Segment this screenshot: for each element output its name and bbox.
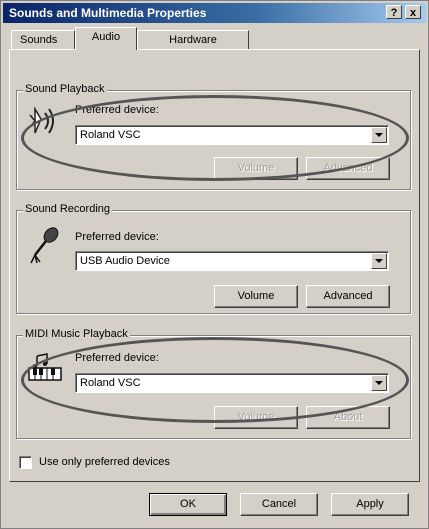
midi-about-button[interactable]: About [306, 406, 390, 429]
recording-device-value: USB Audio Device [80, 255, 170, 267]
apply-button[interactable]: Apply [331, 493, 409, 516]
sound-playback-group: Sound Playback Preferred device: Roland … [16, 83, 411, 190]
tab-sounds[interactable]: Sounds [11, 30, 75, 49]
tab-audio[interactable]: Audio [75, 27, 137, 50]
midi-device-select[interactable]: Roland VSC [75, 373, 389, 393]
sound-recording-label: Sound Recording [23, 203, 113, 215]
use-only-preferred-label: Use only preferred devices [39, 456, 170, 468]
chevron-down-icon[interactable] [371, 127, 387, 143]
midi-playback-label: MIDI Music Playback [23, 328, 130, 340]
properties-dialog: Sounds and Multimedia Properties ? x Sou… [0, 0, 429, 529]
recording-pref-label: Preferred device: [75, 231, 159, 243]
title-bar: Sounds and Multimedia Properties ? x [3, 3, 426, 23]
tab-audio-label: Audio [91, 31, 121, 43]
midi-keyboard-icon [28, 353, 62, 381]
help-button[interactable]: ? [386, 5, 402, 19]
recording-volume-button[interactable]: Volume [214, 285, 298, 308]
playback-device-select[interactable]: Roland VSC [75, 125, 389, 145]
playback-advanced-button[interactable]: Advanced [306, 157, 390, 180]
close-button[interactable]: x [405, 5, 421, 19]
sound-playback-label: Sound Playback [23, 83, 107, 95]
midi-device-value: Roland VSC [80, 377, 141, 389]
use-only-preferred-checkbox[interactable] [19, 456, 32, 469]
playback-device-value: Roland VSC [80, 129, 141, 141]
midi-pref-label: Preferred device: [75, 352, 159, 364]
tab-sounds-label: Sounds [20, 34, 58, 46]
ok-button[interactable]: OK [149, 493, 227, 516]
speaker-icon [29, 106, 54, 134]
microphone-icon [30, 227, 59, 264]
tab-hardware-label: Hardware [169, 34, 217, 46]
cancel-button[interactable]: Cancel [240, 493, 318, 516]
sound-recording-group: Sound Recording Preferred device: USB Au… [16, 203, 411, 314]
chevron-down-icon[interactable] [371, 375, 387, 391]
recording-advanced-button[interactable]: Advanced [306, 285, 390, 308]
tab-hardware[interactable]: Hardware [137, 30, 249, 49]
chevron-down-icon[interactable] [371, 253, 387, 269]
playback-volume-button[interactable]: Volume [214, 157, 298, 180]
window-title: Sounds and Multimedia Properties [9, 6, 207, 20]
midi-playback-group: MIDI Music Playback Preferred device: Ro… [16, 328, 411, 439]
recording-device-select[interactable]: USB Audio Device [75, 251, 389, 271]
playback-pref-label: Preferred device: [75, 104, 159, 116]
midi-volume-button[interactable]: Volume [214, 406, 298, 429]
